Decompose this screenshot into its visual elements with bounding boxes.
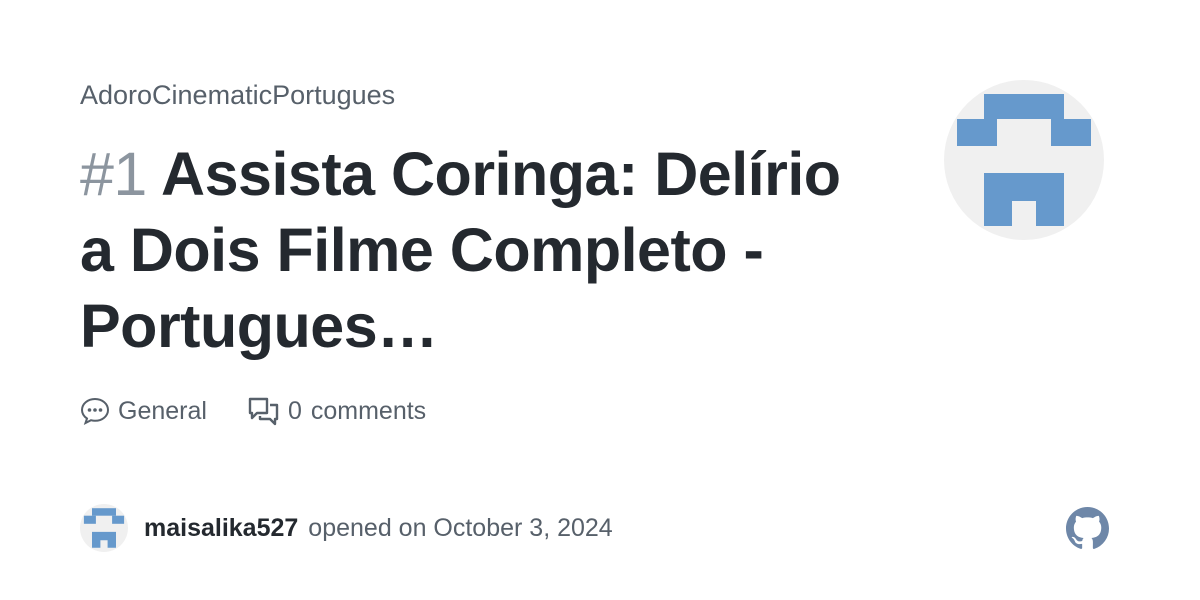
- speech-balloon-icon: [80, 397, 110, 425]
- category-label[interactable]: General: [80, 396, 207, 426]
- github-icon: [1066, 507, 1109, 549]
- comments-number: 0: [287, 396, 302, 425]
- github-logo[interactable]: [1066, 507, 1109, 555]
- issue-author-line: maisalika527 opened on October 3, 2024: [80, 504, 613, 552]
- comments-icon: [248, 397, 279, 426]
- author-username[interactable]: maisalika527: [144, 514, 298, 543]
- identicon-icon: [957, 94, 1091, 226]
- category-text: General: [118, 396, 207, 425]
- issue-number: #1: [80, 140, 147, 208]
- comments-label: comments: [310, 396, 427, 425]
- repo-owner-avatar[interactable]: [944, 80, 1104, 240]
- issue-meta: General 0 comments: [80, 396, 466, 426]
- issue-title: #1 Assista Coringa: Delírio a Dois Filme…: [80, 136, 860, 364]
- identicon-icon: [83, 508, 125, 548]
- comments-count[interactable]: 0 comments: [247, 396, 426, 426]
- author-avatar[interactable]: [80, 504, 128, 552]
- opened-date: opened on October 3, 2024: [308, 513, 613, 542]
- issue-title-text: Assista Coringa: Delírio a Dois Filme Co…: [80, 140, 841, 360]
- repo-name[interactable]: AdoroCinematicPortugues: [80, 80, 395, 111]
